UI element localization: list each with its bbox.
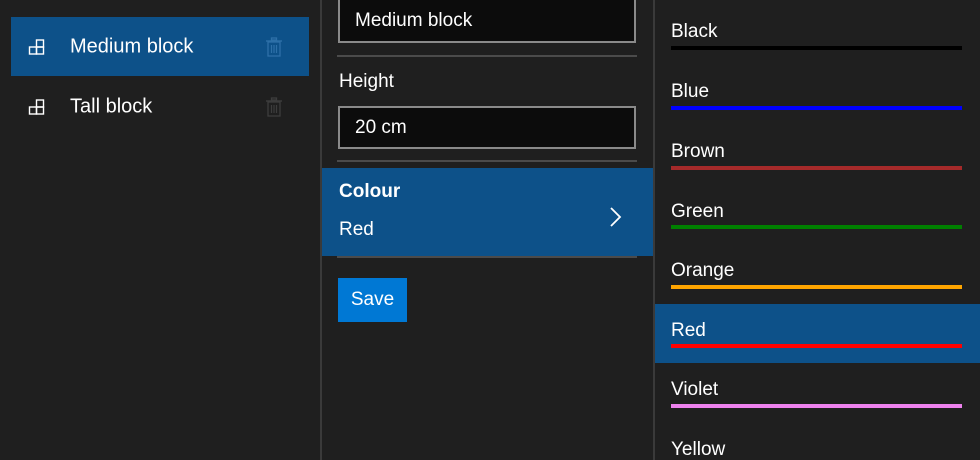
colour-name: Yellow [671,439,726,460]
colour-list-pane: Black Blue Brown Green Orange Red Violet [655,0,980,460]
colour-selector[interactable]: Colour Red [322,168,654,256]
colour-value: Red [339,219,374,240]
colour-name: Green [671,201,724,222]
block-list-pane: Medium block Tall block [0,0,321,460]
blocks-icon [28,38,45,55]
colour-name: Red [671,320,706,341]
height-label: Height [339,71,394,92]
colour-list-item-violet[interactable]: Violet [655,363,980,422]
trash-icon[interactable] [265,36,283,57]
blocks-icon [28,98,45,115]
colour-list-item-green[interactable]: Green [655,184,980,243]
colour-swatch [671,225,962,229]
block-name-field[interactable] [338,0,636,43]
colour-list-item-black[interactable]: Black [655,5,980,64]
colour-name: Black [671,21,718,42]
separator [337,55,637,57]
colour-name: Violet [671,379,719,400]
colour-name: Orange [671,260,735,281]
colour-swatch [671,404,962,408]
block-label: Tall block [70,95,153,117]
block-editor-pane: Height Colour Red Save [322,0,654,460]
colour-swatch [671,285,962,289]
colour-swatch [671,166,962,170]
colour-label: Colour [339,181,401,202]
colour-swatch [671,344,962,348]
colour-list-item-blue[interactable]: Blue [655,64,980,123]
colour-swatch [671,46,962,50]
block-list-item-tall[interactable]: Tall block [11,77,309,136]
colour-name: Blue [671,81,710,102]
save-button[interactable]: Save [338,278,407,322]
separator [337,160,637,162]
height-field[interactable] [338,106,636,149]
colour-list-item-red[interactable]: Red [655,304,980,363]
app-window: Medium block Tall block Medium block Hei… [0,0,980,460]
block-list-item-medium[interactable]: Medium block [11,17,309,76]
separator [337,256,637,258]
chevron-right-icon [610,207,622,227]
block-label: Medium block [70,35,194,57]
colour-name: Brown [671,141,725,162]
trash-icon[interactable] [265,96,283,117]
colour-list-item-brown[interactable]: Brown [655,124,980,183]
colour-list-item-orange[interactable]: Orange [655,244,980,303]
colour-swatch [671,106,962,110]
colour-list-item-yellow[interactable]: Yellow [655,423,980,460]
